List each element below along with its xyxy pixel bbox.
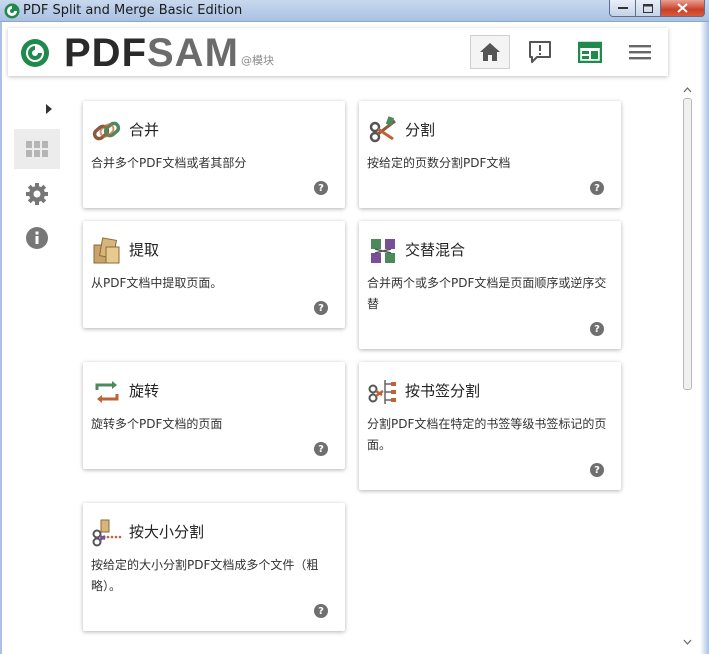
- module-tile-split-by-bookmarks[interactable]: 按书签分割 分割PDF文档在特定的书签等级书签标记的页面。 ?: [359, 362, 621, 490]
- info-icon: [26, 227, 48, 249]
- tile-title: 分割: [405, 121, 436, 139]
- help-icon[interactable]: ?: [590, 181, 604, 195]
- help-icon[interactable]: ?: [590, 463, 604, 477]
- app-icon: [4, 3, 20, 19]
- gear-icon: [26, 183, 48, 205]
- split-scissors-icon: [369, 116, 396, 143]
- tile-description: 分割PDF文档在特定的书签等级书签标记的页面。: [367, 417, 607, 452]
- tile-title: 交替混合: [405, 241, 466, 259]
- tile-description: 旋转多个PDF文档的页面: [91, 417, 223, 431]
- tile-description: 按给定的页数分割PDF文档: [367, 156, 511, 170]
- app-header: PDFSAM @模块: [8, 28, 668, 76]
- extract-pages-icon: [93, 237, 120, 264]
- tile-title: 按书签分割: [405, 382, 481, 400]
- maximize-button[interactable]: [636, 0, 661, 17]
- dashboard-button[interactable]: [570, 35, 610, 69]
- tile-title: 合并: [129, 121, 160, 139]
- tile-title: 旋转: [129, 382, 160, 400]
- scroll-thumb[interactable]: [683, 98, 692, 390]
- module-tile-split-by-size[interactable]: 按大小分割 按给定的大小分割PDF文档成多个文件（粗略）。 ?: [83, 503, 345, 631]
- scroll-up-icon[interactable]: [683, 86, 692, 94]
- window-border-left: [0, 22, 2, 654]
- window-border-right: [700, 22, 709, 654]
- help-icon[interactable]: ?: [590, 322, 604, 336]
- dashboard-icon: [578, 41, 602, 63]
- maximize-icon: [643, 3, 653, 13]
- vertical-scrollbar[interactable]: [681, 86, 694, 646]
- bookmark-split-icon: [368, 380, 396, 404]
- help-icon[interactable]: ?: [314, 301, 328, 315]
- pdfsam-logo-icon: [21, 39, 49, 67]
- menu-icon: [629, 45, 651, 60]
- close-icon: [677, 3, 688, 13]
- module-tile-alternate-mix[interactable]: 交替混合 合并两个或多个PDF文档是页面顺序或逆序交替 ?: [359, 221, 621, 349]
- minimize-button[interactable]: [609, 0, 636, 17]
- sidebar-item-modules[interactable]: [14, 129, 60, 169]
- logo-sam: SAM: [147, 31, 239, 75]
- sidebar-expand-icon[interactable]: [45, 104, 53, 114]
- help-icon[interactable]: ?: [314, 181, 328, 195]
- module-tile-split[interactable]: 分割 按给定的页数分割PDF文档 ?: [359, 101, 621, 208]
- module-tile-merge[interactable]: 合并 合并多个PDF文档或者其部分 ?: [83, 101, 345, 208]
- help-icon[interactable]: ?: [314, 604, 328, 618]
- window-controls: [609, 0, 705, 18]
- logo-pdf: PDF: [64, 31, 147, 75]
- rotate-icon: [95, 381, 119, 403]
- news-button[interactable]: [520, 35, 560, 69]
- sidebar-item-about[interactable]: [14, 218, 60, 258]
- tile-description: 合并两个或多个PDF文档是页面顺序或逆序交替: [367, 276, 607, 311]
- home-icon: [480, 43, 500, 61]
- news-icon: [529, 41, 551, 63]
- tile-title: 提取: [129, 241, 160, 259]
- close-button[interactable]: [661, 0, 705, 17]
- sidebar-item-settings[interactable]: [14, 174, 60, 214]
- help-icon[interactable]: ?: [314, 442, 328, 456]
- tile-description: 按给定的大小分割PDF文档成多个文件（粗略）。: [91, 558, 319, 593]
- tile-description: 从PDF文档中提取页面。: [91, 276, 223, 290]
- grid-icon: [26, 141, 48, 157]
- window-title: PDF Split and Merge Basic Edition: [23, 3, 243, 18]
- module-tile-rotate[interactable]: 旋转 旋转多个PDF文档的页面 ?: [83, 362, 345, 469]
- home-button[interactable]: [470, 35, 510, 69]
- logo-subtitle: @模块: [241, 54, 274, 67]
- size-split-icon: [92, 519, 122, 547]
- merge-chain-icon: [92, 121, 121, 141]
- alternate-mix-icon: [371, 239, 395, 263]
- module-tile-extract[interactable]: 提取 从PDF文档中提取页面。 ?: [83, 221, 345, 328]
- app-logo-text: PDFSAM: [64, 30, 239, 76]
- menu-button[interactable]: [620, 35, 660, 69]
- window-titlebar: PDF Split and Merge Basic Edition: [0, 0, 709, 22]
- tile-title: 按大小分割: [129, 523, 205, 541]
- scroll-down-icon[interactable]: [683, 638, 692, 646]
- tile-description: 合并多个PDF文档或者其部分: [91, 156, 247, 170]
- minimize-icon: [617, 7, 628, 9]
